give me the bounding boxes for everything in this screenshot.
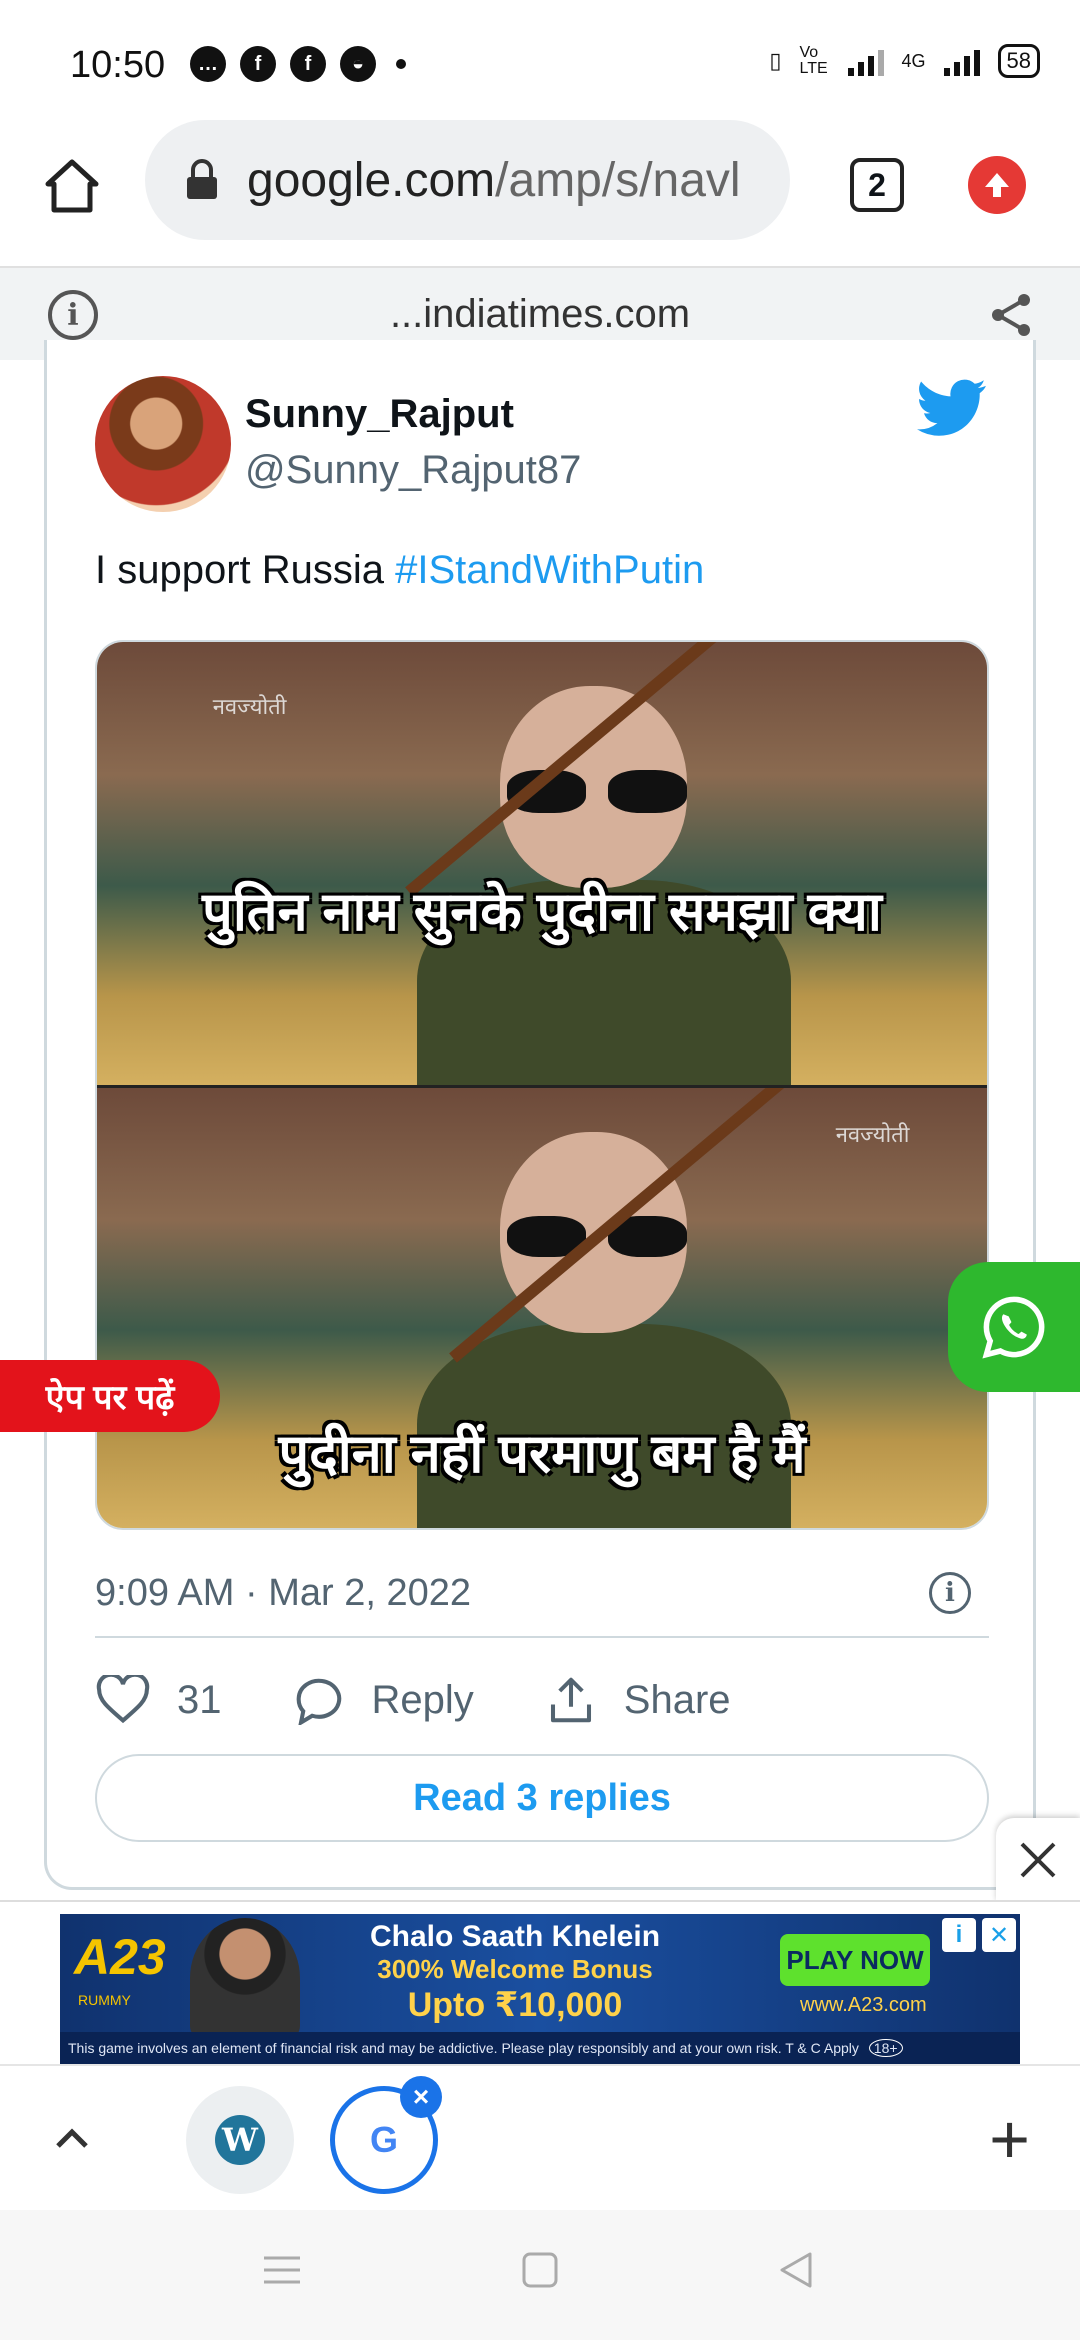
- vibrate-icon: ▯: [769, 48, 782, 73]
- status-bar: 10:50 … f f ◒ ▯ Vo LTE 4G 58: [0, 0, 1080, 120]
- twitter-bird-icon[interactable]: [917, 378, 987, 438]
- meme-panel-bottom: नवज्योती पुदीना नहीं परमाणु बम है मैं: [97, 1085, 987, 1528]
- volte-label: Vo LTE: [799, 44, 828, 77]
- reply-label: Reply: [371, 1677, 474, 1722]
- share-upload-icon: [550, 1677, 591, 1723]
- close-icon: [1020, 1842, 1056, 1878]
- notification-icons: … f f ◒: [190, 46, 406, 82]
- embedded-tweet: Sunny_Rajput @Sunny_Rajput87 I support R…: [44, 340, 1036, 1890]
- ad-headline-line-1: Chalo Saath Khelein: [369, 1920, 661, 1953]
- menu-icon[interactable]: [262, 2250, 322, 2300]
- ad-logo: A23: [74, 1929, 166, 1985]
- meme-panel-top: नवज्योती पुतिन नाम सुनके पुदीना समझा क्य…: [97, 642, 987, 1085]
- tab-switcher-button[interactable]: 2: [850, 158, 904, 212]
- facebook-icon: f: [240, 46, 276, 82]
- close-tab-icon[interactable]: ×: [400, 2076, 442, 2118]
- share-icon[interactable]: [986, 290, 1036, 340]
- info-icon[interactable]: i: [929, 1572, 971, 1614]
- tweet-actions: 31 Reply Share: [95, 1660, 801, 1740]
- status-time: 10:50: [70, 44, 166, 86]
- ad-info-icon[interactable]: i: [942, 1918, 976, 1952]
- facebook-icon: f: [290, 46, 326, 82]
- chat-bubble-icon: …: [190, 46, 226, 82]
- reply-bubble-icon: [296, 1678, 341, 1725]
- tweet-timestamp[interactable]: 9:09 AM · Mar 2, 2022: [95, 1572, 471, 1615]
- ad-headline-line-3: Upto ₹10,000: [407, 1986, 623, 2024]
- ad-headline: Chalo Saath Khelein 300% Welcome Bonus U…: [350, 1920, 680, 2025]
- back-triangle-icon[interactable]: [776, 2250, 836, 2300]
- url-path: /amp/s/navl: [495, 153, 741, 207]
- battery-indicator: 58: [997, 44, 1040, 78]
- arrow-up-icon: [985, 173, 1009, 197]
- tweet-image[interactable]: नवज्योती पुतिन नाम सुनके पुदीना समझा क्य…: [95, 640, 989, 1530]
- tweet-body: I support Russia: [95, 548, 396, 592]
- signal-icon-2: [943, 46, 980, 76]
- home-square-icon[interactable]: [520, 2250, 580, 2300]
- lock-icon: [185, 159, 219, 201]
- home-button[interactable]: [40, 154, 104, 218]
- update-button[interactable]: [968, 156, 1026, 214]
- share-label: Share: [623, 1677, 731, 1722]
- android-head-icon: ◒: [340, 46, 376, 82]
- read-replies-button[interactable]: Read 3 replies: [95, 1754, 989, 1842]
- close-ad-button[interactable]: [996, 1818, 1080, 1902]
- meme-caption-top: पुतिन नाम सुनके पुदीना समझा क्या: [202, 882, 882, 943]
- wordpress-icon: W: [215, 2115, 265, 2165]
- new-tab-button[interactable]: +: [989, 2104, 1030, 2174]
- url-field[interactable]: google.com/amp/s/navl: [145, 120, 790, 240]
- meme-caption-bottom: पुदीना नहीं परमाणु बम है मैं: [278, 1423, 806, 1484]
- ad-headline-line-2: 300% Welcome Bonus: [377, 1954, 653, 1984]
- share-button[interactable]: Share: [544, 1673, 731, 1727]
- ad-close-icon[interactable]: ✕: [982, 1918, 1016, 1952]
- watermark: नवज्योती: [212, 693, 287, 719]
- browser-bottom-toolbar: W G × +: [0, 2064, 1080, 2210]
- like-count: 31: [177, 1677, 222, 1722]
- divider: [95, 1636, 989, 1638]
- ad-choices: i ✕: [942, 1918, 1016, 1952]
- chevron-up-icon[interactable]: [50, 2116, 94, 2160]
- network-type-label: 4G: [901, 50, 926, 71]
- more-notifications-dot: [396, 59, 406, 69]
- tab-wordpress[interactable]: W: [186, 2086, 294, 2194]
- user-handle[interactable]: @Sunny_Rajput87: [245, 448, 581, 493]
- browser-address-bar: google.com/amp/s/navl 2: [0, 120, 1080, 266]
- watermark: नवज्योती: [835, 1121, 910, 1147]
- signal-icon: [847, 46, 884, 76]
- ad-person-image: [190, 1918, 300, 2038]
- heart-icon: [96, 1675, 150, 1724]
- ad-disclaimer: This game involves an element of financi…: [60, 2032, 1020, 2064]
- ad-container: A23 RUMMY Chalo Saath Khelein 300% Welco…: [0, 1900, 1080, 2064]
- url-text: google.com/amp/s/navl: [247, 153, 767, 208]
- display-name[interactable]: Sunny_Rajput: [245, 392, 514, 437]
- ad-url: www.A23.com: [800, 1994, 927, 2016]
- ad-logo-sub: RUMMY: [78, 1992, 131, 2008]
- google-icon: G: [369, 2119, 398, 2160]
- age-badge: 18+: [868, 2039, 903, 2057]
- read-in-app-button[interactable]: ऐप पर पढ़ें: [0, 1360, 220, 1432]
- whatsapp-share-button[interactable]: [948, 1262, 1080, 1392]
- whatsapp-icon: [982, 1296, 1045, 1359]
- url-host: google.com: [247, 153, 496, 207]
- hashtag-link[interactable]: #IStandWithPutin: [395, 548, 704, 592]
- like-button[interactable]: 31: [95, 1675, 222, 1725]
- home-icon: [45, 159, 99, 213]
- system-nav-bar: [0, 2210, 1080, 2340]
- tweet-text: I support Russia #IStandWithPutin: [95, 548, 704, 593]
- site-domain[interactable]: ...indiatimes.com: [0, 292, 1080, 337]
- avatar[interactable]: [95, 376, 231, 512]
- system-icons: ▯ Vo LTE 4G 58: [769, 44, 1040, 78]
- ad-play-now-button[interactable]: PLAY NOW: [780, 1934, 930, 1986]
- ad-disclaimer-text: This game involves an element of financi…: [68, 2040, 859, 2056]
- ad-banner[interactable]: A23 RUMMY Chalo Saath Khelein 300% Welco…: [60, 1914, 1020, 2064]
- reply-button[interactable]: Reply: [292, 1675, 474, 1725]
